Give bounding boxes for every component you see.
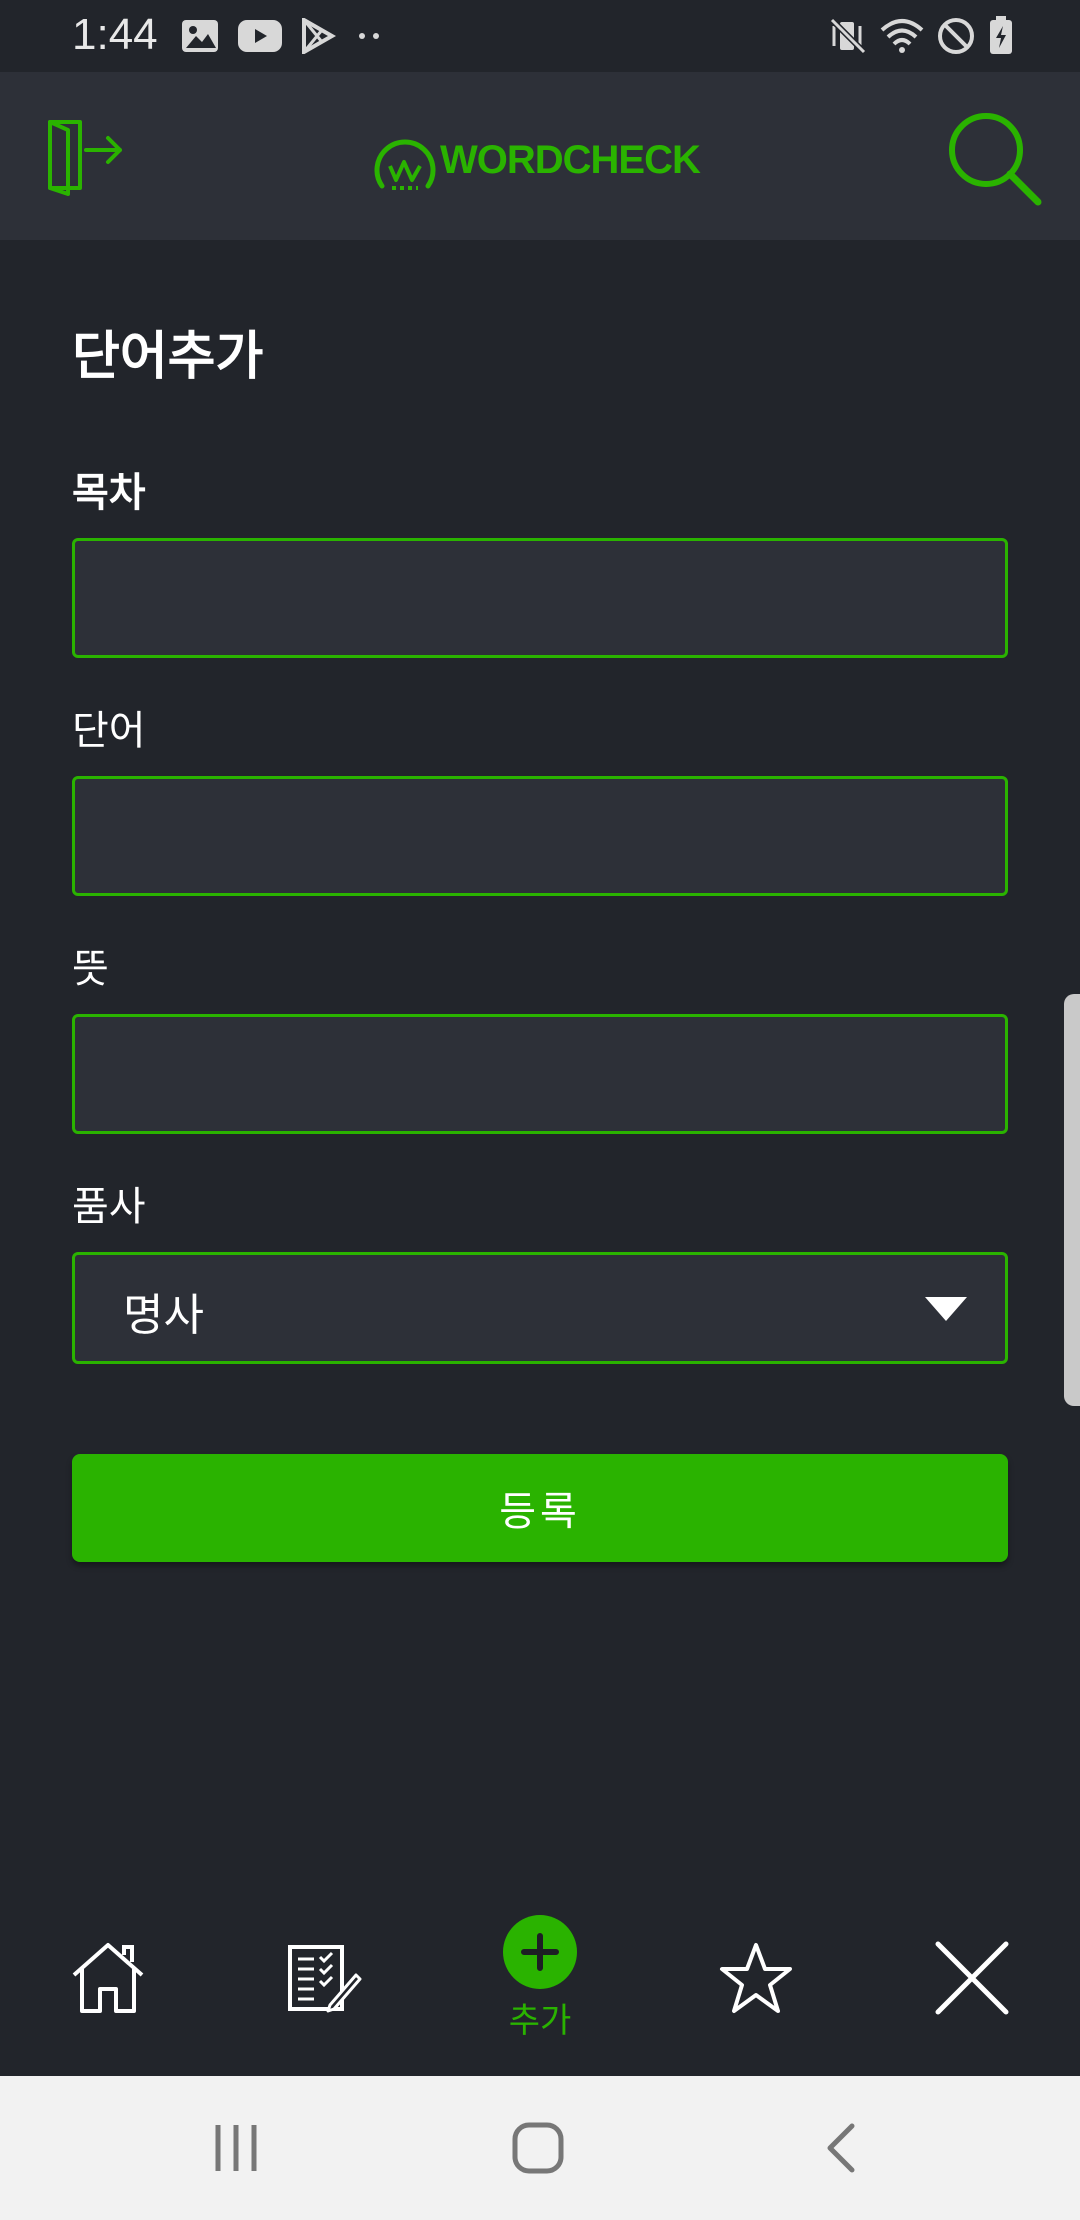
nav-add-label: 추가 <box>508 2000 572 2041</box>
add-icon <box>521 1932 559 1971</box>
star-icon <box>720 1943 792 2013</box>
checklist-icon <box>288 1945 362 2013</box>
wifi-icon <box>880 19 924 53</box>
status-notification-icons <box>180 14 384 58</box>
scrollbar[interactable] <box>1064 994 1080 1406</box>
recent-apps-icon <box>215 2125 257 2171</box>
field-label-meaning: 뜻 <box>72 946 109 992</box>
page-title: 단어추가 <box>72 327 264 387</box>
vibrate-mute-icon <box>829 17 867 55</box>
image-icon <box>182 20 218 52</box>
more-dots-icon <box>359 33 379 39</box>
home-icon <box>72 1943 144 2013</box>
battery-charging-icon <box>990 16 1012 54</box>
status-system-icons <box>828 12 1014 60</box>
status-bar: 1:44 <box>0 0 1080 72</box>
chapter-input[interactable] <box>72 538 1008 658</box>
pos-select-value: 명사 <box>123 1290 204 1341</box>
field-label-word: 단어 <box>72 708 146 754</box>
status-time: 1:44 <box>72 10 158 59</box>
search-button[interactable] <box>944 108 1044 208</box>
system-nav-bar <box>0 2076 1080 2220</box>
nav-add[interactable]: 추가 <box>490 1880 590 2076</box>
search-icon <box>949 113 1042 206</box>
word-input[interactable] <box>72 776 1008 896</box>
logo-text: WORDCHECK <box>440 137 701 182</box>
nav-word-list[interactable] <box>284 1880 364 2076</box>
close-icon <box>935 1941 1009 2015</box>
app-logo: WORDCHECK <box>374 120 701 200</box>
recent-apps-button[interactable] <box>200 2112 272 2184</box>
field-label-chapter: 목차 <box>72 470 146 516</box>
field-label-pos: 품사 <box>72 1184 146 1230</box>
do-not-disturb-icon <box>938 18 974 54</box>
register-button[interactable]: 등록 <box>72 1454 1008 1562</box>
meaning-input[interactable] <box>72 1014 1008 1134</box>
logout-button[interactable] <box>46 118 124 196</box>
logout-icon <box>48 120 122 196</box>
play-store-icon <box>302 18 336 54</box>
logo-mark-icon <box>374 139 436 190</box>
nav-home[interactable] <box>68 1880 148 2076</box>
home-system-button[interactable] <box>502 2112 574 2184</box>
add-button-circle <box>503 1914 577 1989</box>
app-header: WORDCHECK <box>0 72 1080 240</box>
chevron-down-icon <box>925 1297 967 1321</box>
back-button[interactable] <box>804 2112 876 2184</box>
nav-close[interactable] <box>932 1880 1012 2076</box>
pos-select[interactable]: 명사 <box>72 1252 1008 1364</box>
home-button-icon <box>512 2122 564 2174</box>
youtube-icon <box>238 20 282 52</box>
bottom-nav: 추가 <box>0 1880 1080 2076</box>
nav-favorites[interactable] <box>716 1880 796 2076</box>
back-icon <box>827 2123 855 2173</box>
